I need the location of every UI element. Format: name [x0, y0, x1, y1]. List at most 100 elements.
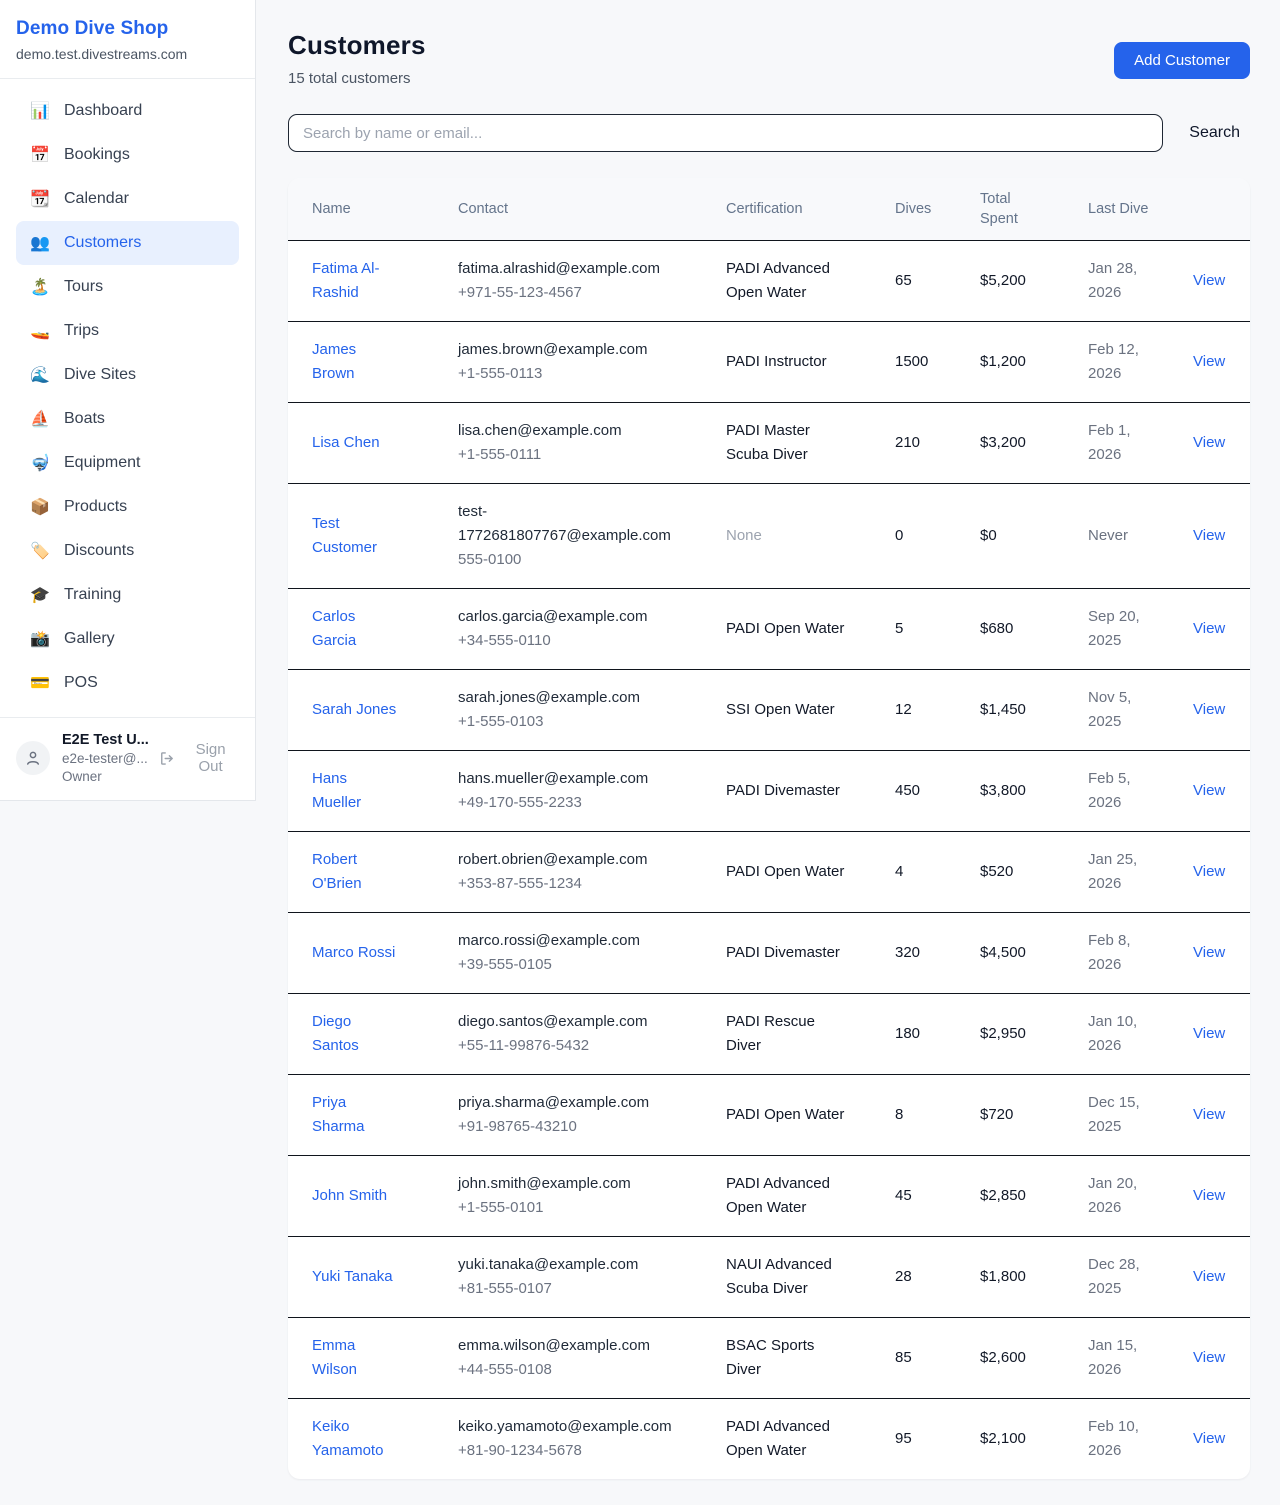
page-header: Customers 15 total customers Add Custome…: [288, 30, 1250, 87]
view-link[interactable]: View: [1193, 620, 1225, 637]
view-link[interactable]: View: [1193, 944, 1225, 961]
dashboard-icon: 📊: [30, 101, 50, 121]
sidebar-item-dashboard[interactable]: 📊 Dashboard: [16, 89, 239, 133]
customer-name-link[interactable]: John Smith: [312, 1187, 387, 1204]
table-row: Sarah Jones sarah.jones@example.com +1-5…: [288, 670, 1250, 751]
view-link[interactable]: View: [1193, 701, 1225, 718]
customer-last-dive: Jan 25, 2026: [1088, 832, 1193, 913]
customer-name-link[interactable]: Robert O'Brien: [312, 851, 362, 892]
customer-phone: +971-55-123-4567: [458, 281, 673, 305]
customer-certification: SSI Open Water: [726, 670, 895, 751]
search-button[interactable]: Search: [1189, 124, 1250, 142]
customer-email: sarah.jones@example.com: [458, 686, 673, 710]
view-link[interactable]: View: [1193, 782, 1225, 799]
customer-name-link[interactable]: James Brown: [312, 341, 356, 382]
customer-phone: +1-555-0113: [458, 362, 673, 386]
customer-phone: +1-555-0103: [458, 710, 673, 734]
view-link[interactable]: View: [1193, 1106, 1225, 1123]
calendar-icon: 📆: [30, 189, 50, 209]
customer-email: diego.santos@example.com: [458, 1010, 673, 1034]
sidebar-item-customers[interactable]: 👥 Customers: [16, 221, 239, 265]
customer-dives: 450: [895, 751, 980, 832]
customer-certification: PADI Advanced Open Water: [726, 1156, 895, 1237]
customer-certification: PADI Divemaster: [726, 751, 895, 832]
customer-last-dive: Feb 8, 2026: [1088, 913, 1193, 994]
sidebar-item-discounts[interactable]: 🏷️ Discounts: [16, 529, 239, 573]
customer-phone: +81-555-0107: [458, 1277, 673, 1301]
customer-last-dive: Jan 28, 2026: [1088, 241, 1193, 322]
main-content: Customers 15 total customers Add Custome…: [256, 0, 1280, 1505]
customer-certification: PADI Open Water: [726, 832, 895, 913]
sidebar-item-trips[interactable]: 🚤 Trips: [16, 309, 239, 353]
customer-dives: 8: [895, 1075, 980, 1156]
customer-phone: 555-0100: [458, 548, 673, 572]
table-row: John Smith john.smith@example.com +1-555…: [288, 1156, 1250, 1237]
sidebar-item-calendar[interactable]: 📆 Calendar: [16, 177, 239, 221]
user-email: e2e-tester@...: [62, 751, 147, 766]
trips-icon: 🚤: [30, 321, 50, 341]
customer-dives: 1500: [895, 322, 980, 403]
customer-name-link[interactable]: Lisa Chen: [312, 434, 380, 451]
sidebar-item-tours[interactable]: 🏝️ Tours: [16, 265, 239, 309]
customer-name-link[interactable]: Keiko Yamamoto: [312, 1418, 383, 1459]
column-header-contact: Contact: [458, 178, 726, 241]
view-link[interactable]: View: [1193, 1268, 1225, 1285]
customer-last-dive: Feb 1, 2026: [1088, 403, 1193, 484]
customer-certification: None: [726, 484, 895, 589]
view-link[interactable]: View: [1193, 863, 1225, 880]
customer-dives: 12: [895, 670, 980, 751]
customer-name-link[interactable]: Fatima Al-Rashid: [312, 260, 380, 301]
table-row: Keiko Yamamoto keiko.yamamoto@example.co…: [288, 1399, 1250, 1480]
sidebar-item-training[interactable]: 🎓 Training: [16, 573, 239, 617]
sidebar-item-bookings[interactable]: 📅 Bookings: [16, 133, 239, 177]
customer-phone: +49-170-555-2233: [458, 791, 673, 815]
view-link[interactable]: View: [1193, 1187, 1225, 1204]
customer-phone: +91-98765-43210: [458, 1115, 673, 1139]
view-link[interactable]: View: [1193, 272, 1225, 289]
sidebar-item-equipment[interactable]: 🤿 Equipment: [16, 441, 239, 485]
customer-name-link[interactable]: Diego Santos: [312, 1013, 359, 1054]
customer-name-link[interactable]: Marco Rossi: [312, 944, 395, 961]
equipment-icon: 🤿: [30, 453, 50, 473]
customer-name-link[interactable]: Emma Wilson: [312, 1337, 357, 1378]
customer-name-link[interactable]: Carlos Garcia: [312, 608, 356, 649]
view-link[interactable]: View: [1193, 434, 1225, 451]
customer-phone: +55-11-99876-5432: [458, 1034, 673, 1058]
view-link[interactable]: View: [1193, 1025, 1225, 1042]
sidebar-item-pos[interactable]: 💳 POS: [16, 661, 239, 705]
customer-dives: 210: [895, 403, 980, 484]
customer-certification: PADI Open Water: [726, 1075, 895, 1156]
sidebar-item-gallery[interactable]: 📸 Gallery: [16, 617, 239, 661]
gallery-icon: 📸: [30, 629, 50, 649]
sidebar-item-dive-sites[interactable]: 🌊 Dive Sites: [16, 353, 239, 397]
customer-total-spent: $720: [980, 1075, 1088, 1156]
shop-header: Demo Dive Shop demo.test.divestreams.com: [0, 0, 255, 79]
table-row: Test Customer test-1772681807767@example…: [288, 484, 1250, 589]
sidebar-item-boats[interactable]: ⛵ Boats: [16, 397, 239, 441]
boats-icon: ⛵: [30, 409, 50, 429]
table-row: Priya Sharma priya.sharma@example.com +9…: [288, 1075, 1250, 1156]
customer-name-link[interactable]: Sarah Jones: [312, 701, 396, 718]
table-row: Yuki Tanaka yuki.tanaka@example.com +81-…: [288, 1237, 1250, 1318]
view-link[interactable]: View: [1193, 353, 1225, 370]
customer-name-link[interactable]: Hans Mueller: [312, 770, 361, 811]
view-link[interactable]: View: [1193, 1349, 1225, 1366]
table-row: Marco Rossi marco.rossi@example.com +39-…: [288, 913, 1250, 994]
view-link[interactable]: View: [1193, 1430, 1225, 1447]
sidebar-item-label: Training: [64, 586, 121, 604]
training-icon: 🎓: [30, 585, 50, 605]
search-input[interactable]: [288, 114, 1163, 152]
customer-email: marco.rossi@example.com: [458, 929, 673, 953]
sidebar-item-products[interactable]: 📦 Products: [16, 485, 239, 529]
customer-name-link[interactable]: Test Customer: [312, 515, 377, 556]
customer-email: lisa.chen@example.com: [458, 419, 673, 443]
customer-total-spent: $520: [980, 832, 1088, 913]
sign-out-button[interactable]: Sign Out: [159, 741, 239, 775]
customer-last-dive: Jan 15, 2026: [1088, 1318, 1193, 1399]
view-link[interactable]: View: [1193, 527, 1225, 544]
customer-email: emma.wilson@example.com: [458, 1334, 673, 1358]
add-customer-button[interactable]: Add Customer: [1114, 42, 1250, 79]
customer-name-link[interactable]: Priya Sharma: [312, 1094, 365, 1135]
customer-name-link[interactable]: Yuki Tanaka: [312, 1268, 393, 1285]
page-title: Customers: [288, 30, 426, 61]
